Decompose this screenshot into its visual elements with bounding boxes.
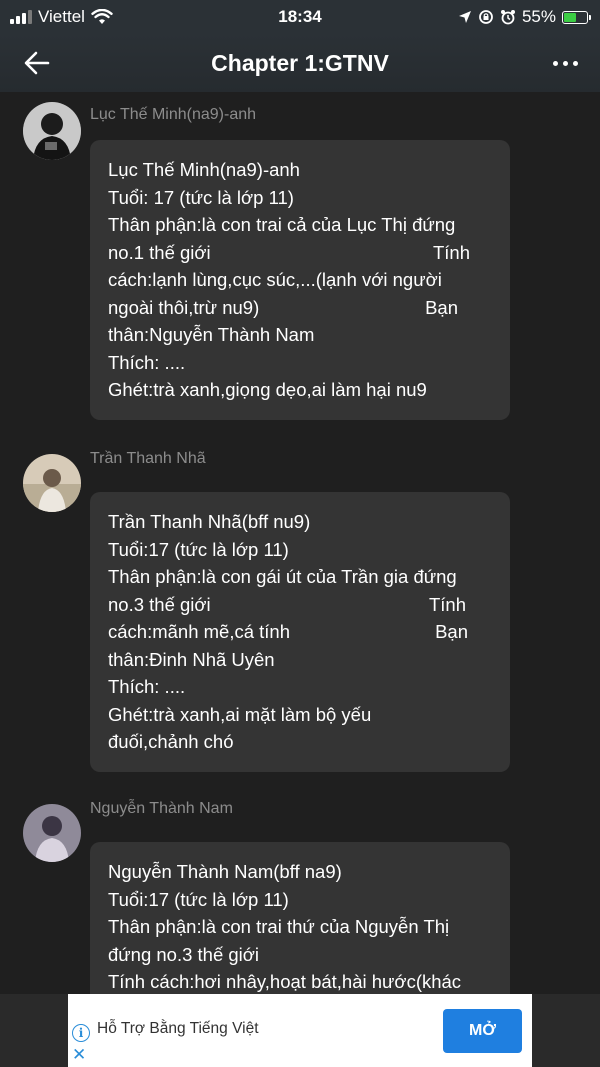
message-line: Tuổi:17 (tức là lớp 11) (108, 538, 289, 560)
message-bubble[interactable]: Trần Thanh Nhã(bff nu9) Tuổi:17 (tức là … (90, 492, 510, 772)
message-line: Thích: .... (108, 351, 186, 373)
carrier-label: Viettel (38, 7, 85, 26)
alarm-icon (500, 10, 515, 25)
more-options-button[interactable] (553, 48, 578, 78)
message-line: no.3 thế giới Tính (108, 593, 466, 615)
message-line: Ghét:trà xanh,ai mặt làm bộ yếu (108, 703, 372, 725)
ad-open-button[interactable]: MỞ (443, 1009, 522, 1053)
message-line: cách:lạnh lùng,cục súc,...(lạnh với ngườ… (108, 269, 442, 290)
avatar[interactable] (23, 454, 81, 512)
message-line: ngoài thôi,trừ nu9) Bạn (108, 296, 458, 318)
sender-name: Nguyễn Thành Nam (90, 800, 233, 817)
message-line: thân:Đinh Nhã Uyên (108, 648, 275, 670)
message-line: Nguyễn Thành Nam(bff na9) (108, 861, 342, 882)
status-bar-right: 55% (458, 7, 591, 27)
message-line: đứng no.3 thế giới (108, 943, 260, 965)
message-line: cách:mãnh mẽ,cá tính Bạn (108, 621, 468, 642)
back-button[interactable] (20, 46, 54, 80)
sender-name: Lục Thế Minh(na9)-anh (90, 106, 257, 123)
avatar[interactable] (23, 102, 81, 160)
message-line: Tuổi:17 (tức là lớp 11) (108, 888, 289, 910)
avatar[interactable] (23, 804, 81, 862)
status-bar: Viettel 18:34 55% (0, 0, 600, 34)
message-line: Thân phận:là con trai cả của Lục Thị đứn… (108, 214, 456, 235)
info-icon[interactable]: i (72, 1024, 90, 1042)
close-icon[interactable]: ✕ (72, 1045, 86, 1065)
sender-name: Trần Thanh Nhã (90, 450, 206, 467)
message-line: Lục Thế Minh(na9)-anh (108, 159, 300, 180)
ad-banner[interactable]: i Hỗ Trợ Bằng Tiếng Việt ✕ MỞ (68, 994, 532, 1067)
battery-percent: 55% (521, 7, 556, 26)
battery-level-fill (564, 12, 577, 22)
message-line: Thân phận:là con gái út của Trần gia đứn… (108, 566, 457, 587)
message-line: no.1 thế giới Tính (108, 241, 470, 263)
chapter-header: Chapter 1:GTNV (0, 34, 600, 92)
location-icon (458, 11, 471, 23)
message-bubble[interactable]: Lục Thế Minh(na9)-anh Tuổi: 17 (tức là l… (90, 140, 510, 420)
message-line: thân:Nguyễn Thành Nam (108, 324, 315, 345)
message-line: Ghét:trà xanh,giọng dẹo,ai làm hại nu9 (108, 379, 427, 400)
battery-charging-icon (562, 10, 591, 24)
message-line: Trần Thanh Nhã(bff nu9) (108, 511, 311, 532)
arrow-left-icon (24, 51, 50, 75)
wifi-icon (91, 9, 113, 24)
chat-thread[interactable]: Lục Thế Minh(na9)-anh Lục Thế Minh(na9)-… (0, 92, 600, 1067)
message-line: Thân phận:là con trai thứ của Nguyễn Thị (108, 916, 450, 937)
message-line: đuối,chảnh chó (108, 731, 234, 752)
ad-text[interactable]: Hỗ Trợ Bằng Tiếng Việt (97, 1020, 259, 1038)
more-horizontal-icon (553, 60, 558, 66)
message-line: Thích: .... (108, 676, 186, 697)
signal-icon (10, 10, 32, 24)
message-line: Tuổi: 17 (tức là lớp 11) (108, 186, 294, 208)
status-bar-left: Viettel (10, 7, 113, 27)
message-line: Tính cách:hơi nhây,hoạt bát,hài hước(khá… (108, 971, 462, 992)
page-title: Chapter 1:GTNV (211, 49, 389, 76)
rotation-lock-icon (479, 10, 493, 24)
